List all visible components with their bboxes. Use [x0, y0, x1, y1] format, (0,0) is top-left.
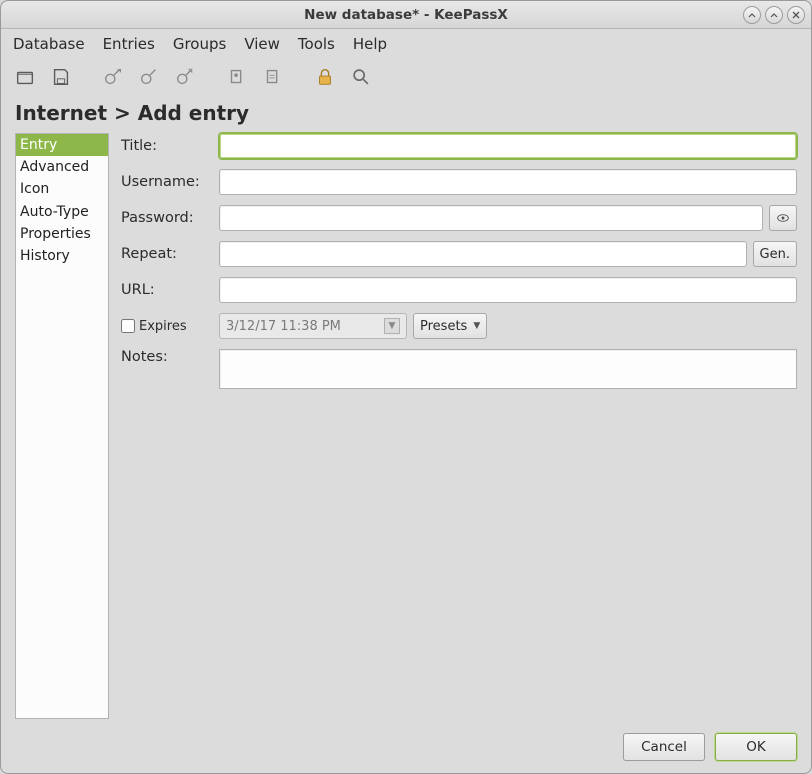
menu-database[interactable]: Database	[13, 35, 85, 53]
save-db-icon[interactable]	[47, 63, 75, 91]
copy-username-icon[interactable]	[223, 63, 251, 91]
generate-password-button[interactable]: Gen.	[753, 241, 797, 267]
menu-groups[interactable]: Groups	[173, 35, 226, 53]
maximize-button[interactable]	[765, 6, 783, 24]
sidebar-item-autotype[interactable]: Auto-Type	[16, 201, 108, 223]
search-icon[interactable]	[347, 63, 375, 91]
sidebar-item-icon[interactable]: Icon	[16, 178, 108, 200]
expires-datetime-picker[interactable]: 3/12/17 11:38 PM ▼	[219, 313, 407, 339]
sidebar-item-history[interactable]: History	[16, 245, 108, 267]
cancel-button[interactable]: Cancel	[623, 733, 705, 761]
sidebar-item-advanced[interactable]: Advanced	[16, 156, 108, 178]
repeat-password-input[interactable]	[219, 241, 747, 267]
notes-label: Notes:	[121, 349, 213, 365]
close-button[interactable]	[787, 6, 805, 24]
lock-icon[interactable]	[311, 63, 339, 91]
username-label: Username:	[121, 174, 213, 190]
sidebar-item-entry[interactable]: Entry	[16, 134, 108, 156]
chevron-down-icon: ▼	[473, 321, 480, 331]
ok-button[interactable]: OK	[715, 733, 797, 761]
expires-label: Expires	[139, 319, 187, 334]
presets-button[interactable]: Presets ▼	[413, 313, 487, 339]
copy-password-icon[interactable]	[259, 63, 287, 91]
presets-label: Presets	[420, 319, 467, 334]
expires-datetime-value: 3/12/17 11:38 PM	[226, 319, 341, 334]
password-input[interactable]	[219, 205, 763, 231]
open-db-icon[interactable]	[11, 63, 39, 91]
toolbar	[1, 59, 811, 95]
menubar: Database Entries Groups View Tools Help	[1, 29, 811, 59]
sidebar: Entry Advanced Icon Auto-Type Properties…	[15, 133, 109, 719]
password-label: Password:	[121, 210, 213, 226]
title-label: Title:	[121, 138, 213, 154]
delete-entry-icon[interactable]	[171, 63, 199, 91]
generate-password-label: Gen.	[760, 247, 790, 262]
add-entry-icon[interactable]	[99, 63, 127, 91]
sidebar-item-properties[interactable]: Properties	[16, 223, 108, 245]
ok-button-label: OK	[746, 739, 765, 755]
cancel-button-label: Cancel	[641, 739, 687, 755]
edit-entry-icon[interactable]	[135, 63, 163, 91]
menu-tools[interactable]: Tools	[298, 35, 335, 53]
minimize-button[interactable]	[743, 6, 761, 24]
repeat-label: Repeat:	[121, 246, 213, 262]
url-input[interactable]	[219, 277, 797, 303]
title-input[interactable]	[219, 133, 797, 159]
chevron-down-icon: ▼	[384, 318, 400, 334]
page-heading: Internet > Add entry	[1, 95, 811, 133]
expires-checkbox[interactable]	[121, 319, 135, 333]
menu-help[interactable]: Help	[353, 35, 387, 53]
username-input[interactable]	[219, 169, 797, 195]
menu-entries[interactable]: Entries	[103, 35, 155, 53]
titlebar: New database* - KeePassX	[1, 1, 811, 29]
url-label: URL:	[121, 282, 213, 298]
toggle-password-visibility-button[interactable]	[769, 205, 797, 231]
menu-view[interactable]: View	[244, 35, 280, 53]
notes-textarea[interactable]	[219, 349, 797, 389]
window-title: New database* - KeePassX	[1, 7, 811, 23]
